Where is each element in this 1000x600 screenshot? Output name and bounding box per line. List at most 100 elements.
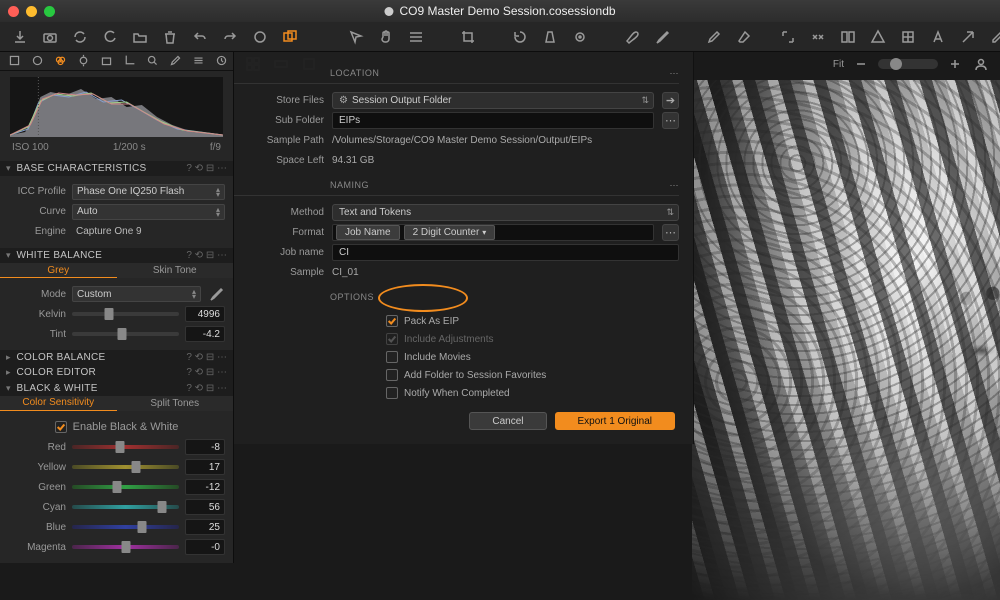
icc-profile-select[interactable]: Phase One IQ250 Flash▴▾: [72, 184, 225, 200]
bw-magenta-slider[interactable]: [72, 545, 179, 549]
close-window[interactable]: [8, 6, 19, 17]
titlebar: CO9 Master Demo Session.cosessiondb: [0, 0, 1000, 22]
lens-tab-icon[interactable]: [100, 54, 113, 68]
brush-icon[interactable]: [706, 28, 722, 46]
expand-icon[interactable]: [780, 28, 796, 46]
color-tab-icon[interactable]: [54, 54, 67, 68]
curve-select[interactable]: Auto▴▾: [72, 204, 225, 220]
arrow-tl-icon[interactable]: [960, 28, 976, 46]
tint-value[interactable]: -4.2: [185, 326, 225, 342]
naming-method-select[interactable]: Text and Tokens: [332, 204, 679, 221]
local-tab-icon[interactable]: [169, 54, 182, 68]
edit-icon[interactable]: [990, 28, 1000, 46]
panel-white-balance[interactable]: ▾WHITE BALANCE ? ⟲ ⊟ ⋯: [0, 248, 233, 263]
eyedropper-wb-icon[interactable]: [207, 285, 225, 303]
adjust-tab-icon[interactable]: [192, 54, 205, 68]
panel-color-balance[interactable]: ▸COLOR BALANCE ? ⟲ ⊟ ⋯: [0, 350, 233, 365]
enable-bw-label: Enable Black & White: [73, 421, 179, 433]
bw-cyan-slider[interactable]: [72, 505, 179, 509]
bw-cyan-value[interactable]: 56: [185, 499, 225, 515]
meta-tab-icon[interactable]: [215, 54, 228, 68]
hand-icon[interactable]: [378, 28, 394, 46]
window-title: CO9 Master Demo Session.cosessiondb: [384, 4, 615, 18]
grid-icon[interactable]: [900, 28, 916, 46]
zoom-slider[interactable]: [878, 59, 938, 69]
subfolder-menu-button[interactable]: ⋯: [662, 112, 679, 129]
multiview-icon[interactable]: [840, 28, 856, 46]
store-goto-button[interactable]: ➔: [662, 92, 679, 109]
jobname-input[interactable]: CI: [332, 244, 679, 261]
kelvin-value[interactable]: 4996: [185, 306, 225, 322]
stack-icon[interactable]: [408, 28, 424, 46]
panel-color-editor[interactable]: ▸COLOR EDITOR ? ⟲ ⊟ ⋯: [0, 365, 233, 380]
export-button[interactable]: Export 1 Original: [555, 412, 675, 430]
export-panel: LOCATION⋯ Store Files Session Output Fol…: [234, 52, 694, 444]
bw-blue-value[interactable]: 25: [185, 519, 225, 535]
image-preview[interactable]: [692, 80, 1000, 600]
zoom-in-icon[interactable]: [946, 55, 964, 73]
exposure-tab-icon[interactable]: [77, 54, 90, 68]
token-counter[interactable]: 2 Digit Counter ▾: [404, 225, 496, 240]
bw-red-value[interactable]: -8: [185, 439, 225, 455]
windows-icon[interactable]: [282, 28, 298, 46]
zoom-out-icon[interactable]: [852, 55, 870, 73]
minimize-window[interactable]: [26, 6, 37, 17]
bw-tab-sensitivity[interactable]: Color Sensitivity: [0, 396, 117, 411]
pack-eip-checkbox[interactable]: [386, 315, 398, 327]
capture-tab-icon[interactable]: [31, 54, 44, 68]
wb-mode-select[interactable]: Custom▴▾: [72, 286, 201, 302]
mask-draw-icon[interactable]: [624, 28, 640, 46]
store-files-select[interactable]: Session Output Folder: [332, 92, 654, 109]
refresh-icon[interactable]: [72, 28, 88, 46]
cursor-v-icon[interactable]: [348, 28, 364, 46]
warning-icon[interactable]: [870, 28, 886, 46]
include-movies-checkbox[interactable]: [386, 351, 398, 363]
cancel-button[interactable]: Cancel: [469, 412, 546, 430]
engine-value: Capture One 9: [72, 226, 142, 237]
crop-tab-icon[interactable]: [123, 54, 136, 68]
bw-green-value[interactable]: -12: [185, 479, 225, 495]
bw-red-slider[interactable]: [72, 445, 179, 449]
token-job-name[interactable]: Job Name: [336, 225, 400, 240]
panel-base-characteristics[interactable]: ▾BASE CHARACTERISTICS ? ⟲ ⊟ ⋯: [0, 161, 233, 176]
bw-green-slider[interactable]: [72, 485, 179, 489]
bw-blue-slider[interactable]: [72, 525, 179, 529]
eyedropper-icon[interactable]: [654, 28, 670, 46]
spot-icon[interactable]: [572, 28, 588, 46]
library-tab-icon[interactable]: [8, 54, 21, 68]
bw-magenta-value[interactable]: -0: [185, 539, 225, 555]
format-menu-button[interactable]: ⋯: [662, 224, 679, 241]
compare-icon[interactable]: [810, 28, 826, 46]
trash-icon[interactable]: [162, 28, 178, 46]
keystone-icon[interactable]: [542, 28, 558, 46]
user-icon[interactable]: [972, 55, 990, 73]
tint-slider[interactable]: [72, 332, 179, 336]
details-tab-icon[interactable]: [146, 54, 159, 68]
format-tokens-field[interactable]: Job Name 2 Digit Counter ▾: [332, 224, 654, 241]
wb-tab-grey[interactable]: Grey: [0, 263, 117, 278]
eraser-icon[interactable]: [736, 28, 752, 46]
reset-icon[interactable]: [102, 28, 118, 46]
iso-readout: ISO 100: [12, 142, 49, 153]
add-favorites-checkbox[interactable]: [386, 369, 398, 381]
camera-icon[interactable]: [42, 28, 58, 46]
viewer: Fit LOCATION⋯ Store Files Session Output…: [234, 52, 1000, 563]
import-icon[interactable]: [12, 28, 28, 46]
wb-tab-skin[interactable]: Skin Tone: [117, 263, 234, 278]
autorotate-icon[interactable]: [252, 28, 268, 46]
bw-yellow-slider[interactable]: [72, 465, 179, 469]
subfolder-input[interactable]: EIPs: [332, 112, 654, 129]
crop-icon[interactable]: [460, 28, 476, 46]
panel-black-white[interactable]: ▾BLACK & WHITE ? ⟲ ⊟ ⋯: [0, 381, 233, 396]
bw-tab-split[interactable]: Split Tones: [117, 396, 234, 411]
notify-checkbox[interactable]: [386, 387, 398, 399]
redo-icon[interactable]: [222, 28, 238, 46]
bw-yellow-value[interactable]: 17: [185, 459, 225, 475]
undo-icon[interactable]: [192, 28, 208, 46]
rotate-icon[interactable]: [512, 28, 528, 46]
folder-open-icon[interactable]: [132, 28, 148, 46]
annotate-icon[interactable]: [930, 28, 946, 46]
kelvin-slider[interactable]: [72, 312, 179, 316]
zoom-window[interactable]: [44, 6, 55, 17]
enable-bw-checkbox[interactable]: [55, 421, 67, 433]
